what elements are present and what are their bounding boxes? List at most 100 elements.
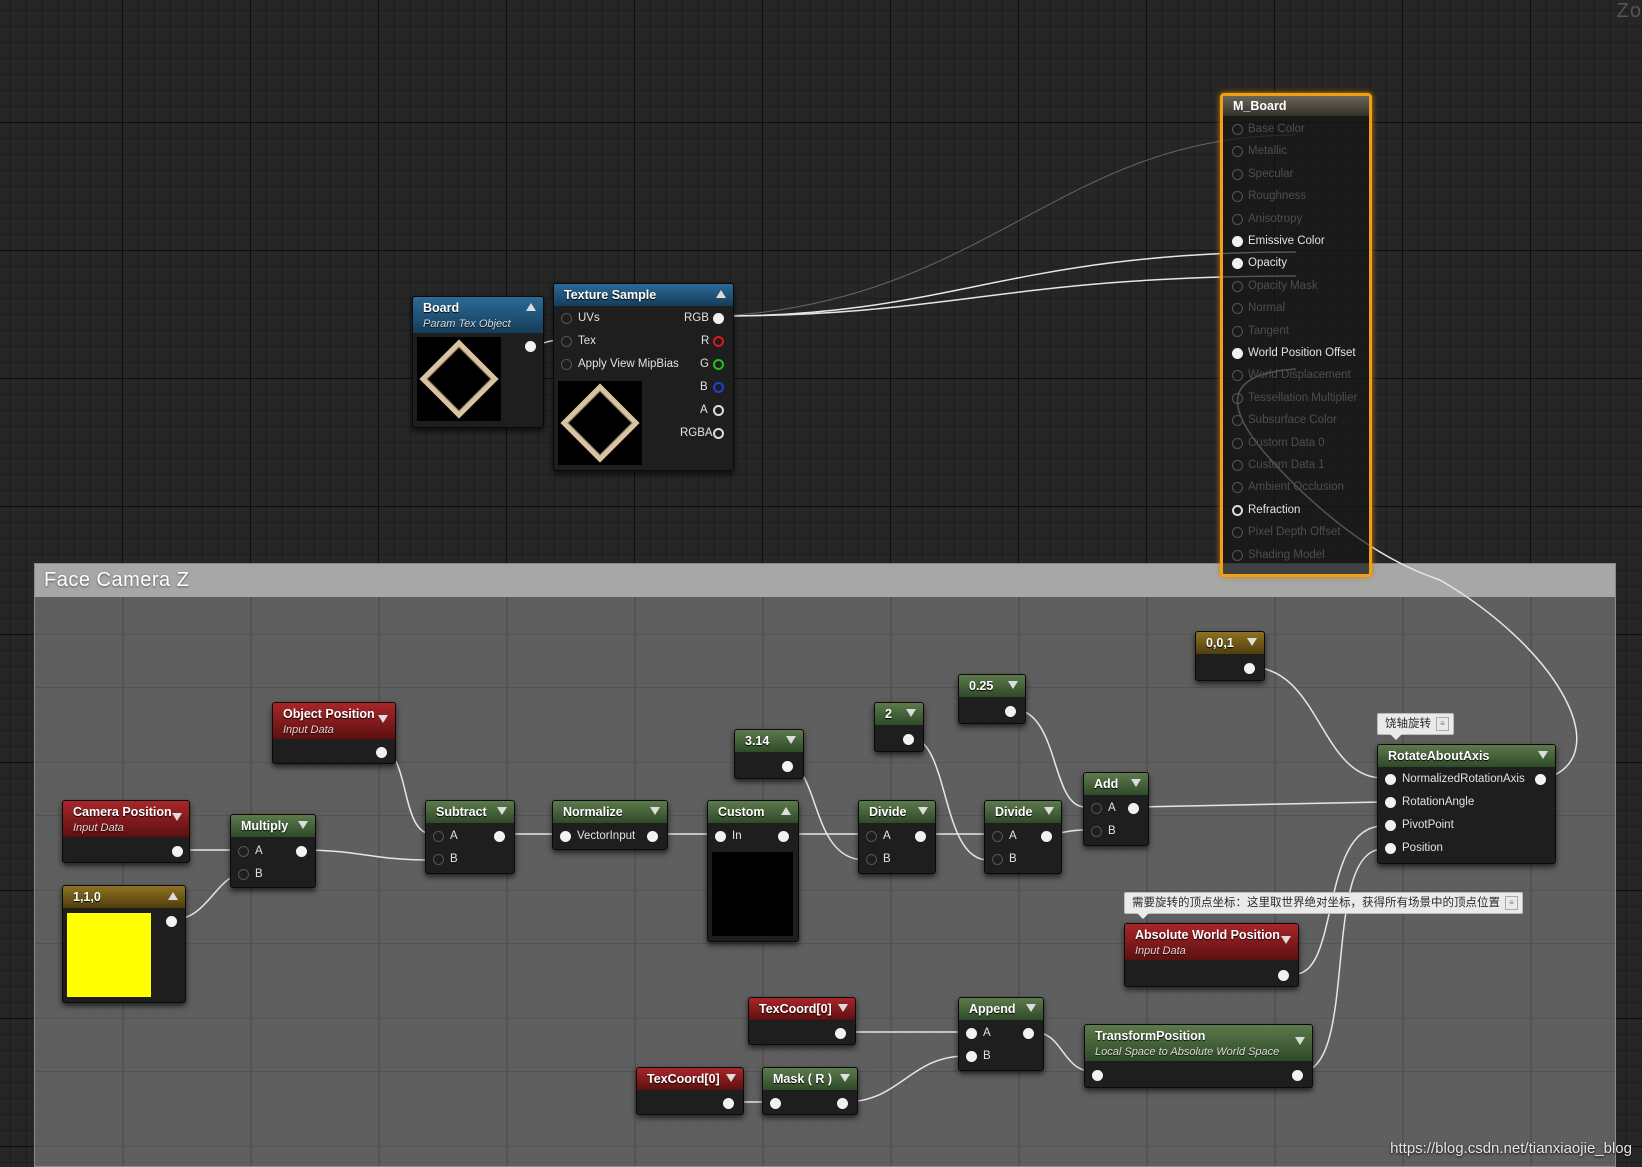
material-input-pin[interactable]	[1232, 392, 1243, 404]
node-texcoord-b[interactable]: TexCoord[0]	[636, 1067, 744, 1115]
divide-1-output-pin[interactable]	[915, 831, 926, 842]
material-pin-row[interactable]: Emissive Color	[1223, 233, 1363, 251]
material-input-pin[interactable]	[1232, 258, 1243, 270]
material-pin-row[interactable]: Anisotropy	[1223, 211, 1363, 229]
node-normalize-header[interactable]: Normalize	[553, 801, 667, 823]
uvs-input-pin[interactable]	[561, 313, 572, 324]
g-output-pin[interactable]	[713, 359, 724, 370]
node-subtract[interactable]: Subtract A B	[425, 800, 515, 874]
node-rotate-about-axis-header[interactable]: RotateAboutAxis	[1378, 745, 1555, 767]
material-pin-row[interactable]: Pixel Depth Offset	[1223, 524, 1363, 542]
node-texture-sample-header[interactable]: Texture Sample	[554, 284, 733, 306]
chevron-down-icon[interactable]	[497, 807, 507, 815]
node-board-header[interactable]: Board Param Tex Object	[413, 297, 543, 333]
chevron-down-icon[interactable]	[1281, 936, 1291, 944]
material-input-pin[interactable]	[1232, 325, 1243, 337]
material-input-pin[interactable]	[1232, 549, 1243, 561]
material-pin-row[interactable]: Roughness	[1223, 188, 1363, 206]
material-pin-row[interactable]: Custom Data 0	[1223, 435, 1363, 453]
material-input-pin[interactable]	[1232, 280, 1243, 292]
material-pin-row[interactable]: Base Color	[1223, 121, 1363, 139]
add-a-pin[interactable]	[1091, 803, 1102, 814]
add-output-pin[interactable]	[1128, 803, 1139, 814]
material-pin-row[interactable]: Specular	[1223, 166, 1363, 184]
material-pin-row[interactable]: Custom Data 1	[1223, 457, 1363, 475]
node-custom-header[interactable]: Custom	[708, 801, 798, 823]
pivot-point-pin[interactable]	[1385, 820, 1396, 831]
absolute-world-position-output-pin[interactable]	[1278, 970, 1289, 981]
material-input-pin[interactable]	[1232, 460, 1243, 471]
bubble-pin-icon[interactable]: ≡	[1505, 896, 1518, 910]
material-input-pin[interactable]	[1232, 303, 1243, 315]
material-pin-row[interactable]: Opacity	[1223, 255, 1363, 273]
chevron-down-icon[interactable]	[838, 1004, 848, 1012]
divide-2-a-pin[interactable]	[992, 831, 1003, 842]
node-constant-001[interactable]: 0,0,1	[1195, 631, 1265, 681]
material-pin-row[interactable]: World Position Offset	[1223, 345, 1363, 363]
r-output-pin[interactable]	[713, 336, 724, 347]
node-constant-314[interactable]: 3.14	[734, 729, 804, 779]
subtract-a-pin[interactable]	[433, 831, 444, 842]
node-divide-2[interactable]: Divide A B	[984, 800, 1062, 874]
material-input-pin[interactable]	[1232, 504, 1243, 516]
node-append-header[interactable]: Append	[959, 998, 1043, 1020]
node-texcoord-a[interactable]: TexCoord[0]	[748, 997, 856, 1045]
normalized-axis-pin[interactable]	[1385, 774, 1396, 785]
material-pin-row[interactable]: Ambient Occlusion	[1223, 479, 1363, 497]
material-input-pin[interactable]	[1232, 236, 1243, 247]
normalize-input-pin[interactable]	[560, 831, 571, 842]
chevron-down-icon[interactable]	[172, 813, 182, 821]
node-constant-110-header[interactable]: 1,1,0	[63, 886, 185, 908]
comment-title[interactable]: Face Camera Z	[35, 564, 1615, 597]
node-board[interactable]: Board Param Tex Object	[412, 296, 544, 428]
node-texcoord-b-header[interactable]: TexCoord[0]	[637, 1068, 743, 1090]
texcoord-a-output-pin[interactable]	[835, 1028, 846, 1039]
collapse-icon[interactable]	[168, 892, 178, 900]
append-a-pin[interactable]	[966, 1028, 977, 1039]
camera-position-output-pin[interactable]	[172, 846, 183, 857]
node-texcoord-a-header[interactable]: TexCoord[0]	[749, 998, 855, 1020]
constant-2-output-pin[interactable]	[903, 734, 914, 745]
chevron-down-icon[interactable]	[1131, 779, 1141, 787]
divide-2-output-pin[interactable]	[1041, 831, 1052, 842]
material-input-pin[interactable]	[1232, 146, 1243, 158]
divide-2-b-pin[interactable]	[992, 854, 1003, 865]
comment-bubble-rotate[interactable]: 饶轴旋转 ≡	[1377, 713, 1454, 740]
material-pin-row[interactable]: Normal	[1223, 300, 1363, 318]
multiply-a-pin[interactable]	[238, 846, 249, 857]
node-transform-position-header[interactable]: TransformPosition Local Space to Absolut…	[1085, 1025, 1312, 1061]
node-constant-2-header[interactable]: 2	[875, 703, 923, 725]
node-transform-position[interactable]: TransformPosition Local Space to Absolut…	[1084, 1024, 1313, 1088]
node-constant-001-header[interactable]: 0,0,1	[1196, 632, 1264, 654]
chevron-down-icon[interactable]	[786, 736, 796, 744]
mask-r-input-pin[interactable]	[770, 1098, 781, 1109]
node-texture-sample[interactable]: Texture Sample UVs Tex Apply View MipBia…	[553, 283, 734, 471]
node-normalize[interactable]: Normalize VectorInput	[552, 800, 668, 850]
node-constant-314-header[interactable]: 3.14	[735, 730, 803, 752]
add-b-pin[interactable]	[1091, 826, 1102, 837]
mipbias-input-pin[interactable]	[561, 359, 572, 370]
constant-025-output-pin[interactable]	[1005, 706, 1016, 717]
node-add-header[interactable]: Add	[1084, 773, 1148, 795]
normalize-output-pin[interactable]	[647, 831, 658, 842]
node-constant-025[interactable]: 0.25	[958, 674, 1026, 724]
board-output-pin[interactable]	[525, 341, 536, 352]
material-pin-row[interactable]: Shading Model	[1223, 547, 1363, 565]
node-divide-2-header[interactable]: Divide	[985, 801, 1061, 823]
append-output-pin[interactable]	[1023, 1028, 1034, 1039]
bubble-pin-icon[interactable]: ≡	[1436, 717, 1449, 731]
material-input-pin[interactable]	[1232, 482, 1243, 494]
node-object-position[interactable]: Object Position Input Data	[272, 702, 396, 764]
material-pin-row[interactable]: Tangent	[1223, 323, 1363, 341]
rgba-output-pin[interactable]	[713, 428, 724, 439]
chevron-down-icon[interactable]	[918, 807, 928, 815]
node-mask-r[interactable]: Mask ( R )	[762, 1067, 858, 1115]
node-subtract-header[interactable]: Subtract	[426, 801, 514, 823]
node-absolute-world-position[interactable]: Absolute World Position Input Data	[1124, 923, 1299, 987]
chevron-down-icon[interactable]	[650, 807, 660, 815]
multiply-b-pin[interactable]	[238, 869, 249, 880]
node-custom[interactable]: Custom In	[707, 800, 799, 942]
position-pin[interactable]	[1385, 843, 1396, 854]
divide-1-b-pin[interactable]	[866, 854, 877, 865]
tex-input-pin[interactable]	[561, 336, 572, 347]
